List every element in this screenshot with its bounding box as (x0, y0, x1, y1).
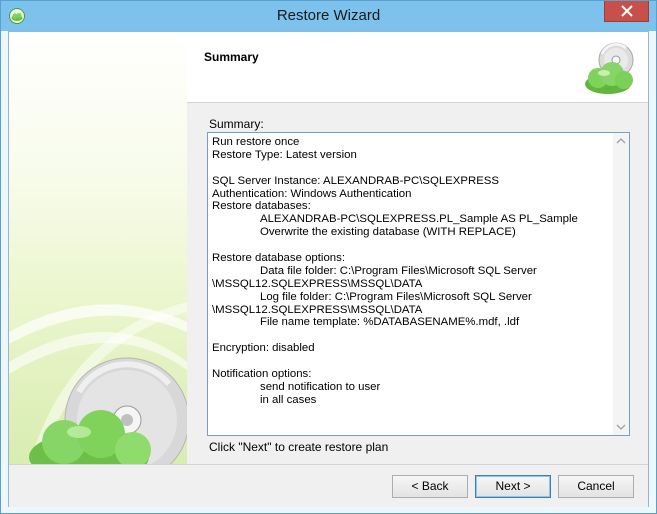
close-icon (621, 5, 633, 17)
wizard-client-area: Summary Summary: Run restore once Restor… (8, 31, 649, 507)
cancel-button[interactable]: Cancel (558, 475, 634, 498)
page-title: Summary (204, 50, 259, 64)
window-title: Restore Wizard (276, 7, 381, 24)
scroll-down-icon[interactable] (613, 419, 629, 435)
summary-line: Overwrite the existing database (WITH RE… (260, 226, 516, 239)
back-button[interactable]: < Back (392, 475, 468, 498)
summary-text: Run restore once Restore Type: Latest ve… (212, 136, 612, 407)
summary-line: Encryption: disabled (212, 342, 315, 355)
summary-line: Restore databases: (212, 200, 311, 213)
summary-line: Restore database options: (212, 252, 345, 265)
wizard-footer: < Back Next > Cancel (9, 464, 648, 507)
scroll-up-icon[interactable] (613, 133, 629, 149)
wizard-sidebar-art (9, 32, 187, 464)
restore-wizard-window: Restore Wizard Summary Summary: Run rest… (0, 0, 657, 514)
summary-line: Run restore once (212, 136, 300, 148)
summary-line: in all cases (260, 393, 317, 406)
summary-textbox[interactable]: Run restore once Restore Type: Latest ve… (207, 132, 630, 436)
summary-line (212, 355, 612, 368)
summary-label: Summary: (209, 117, 264, 131)
summary-line: ALEXANDRAB-PC\SQLEXPRESS.PL_Sample AS PL… (260, 213, 578, 226)
summary-line: SQL Server Instance: ALEXANDRAB-PC\SQLEX… (212, 174, 499, 187)
summary-line: \MSSQL12.SQLEXPRESS\MSSQL\DATA (212, 303, 423, 316)
summary-line: send notification to user (260, 380, 381, 393)
wizard-content: Summary: Run restore once Restore Type: … (187, 103, 648, 464)
summary-line: Log file folder: C:\Program Files\Micros… (260, 290, 532, 303)
summary-line: File name template: %DATABASENAME%.mdf, … (260, 316, 520, 329)
summary-line (212, 329, 612, 342)
cd-cloud-logo-icon (585, 42, 634, 94)
vertical-scrollbar[interactable] (613, 133, 629, 435)
close-button[interactable] (604, 1, 649, 22)
next-button[interactable]: Next > (475, 475, 551, 498)
summary-line (212, 239, 612, 252)
summary-line (212, 162, 612, 175)
summary-line: Notification options: (212, 368, 312, 381)
instruction-hint: Click "Next" to create restore plan (209, 440, 389, 454)
wizard-header: Summary (187, 32, 648, 103)
summary-line: \MSSQL12.SQLEXPRESS\MSSQL\DATA (212, 277, 423, 290)
summary-line: Authentication: Windows Authentication (212, 187, 412, 200)
summary-line: Restore Type: Latest version (212, 148, 357, 161)
summary-line: Data file folder: C:\Program Files\Micro… (260, 264, 537, 277)
cd-cloud-art-icon (9, 302, 187, 464)
title-bar[interactable]: Restore Wizard (1, 1, 656, 31)
